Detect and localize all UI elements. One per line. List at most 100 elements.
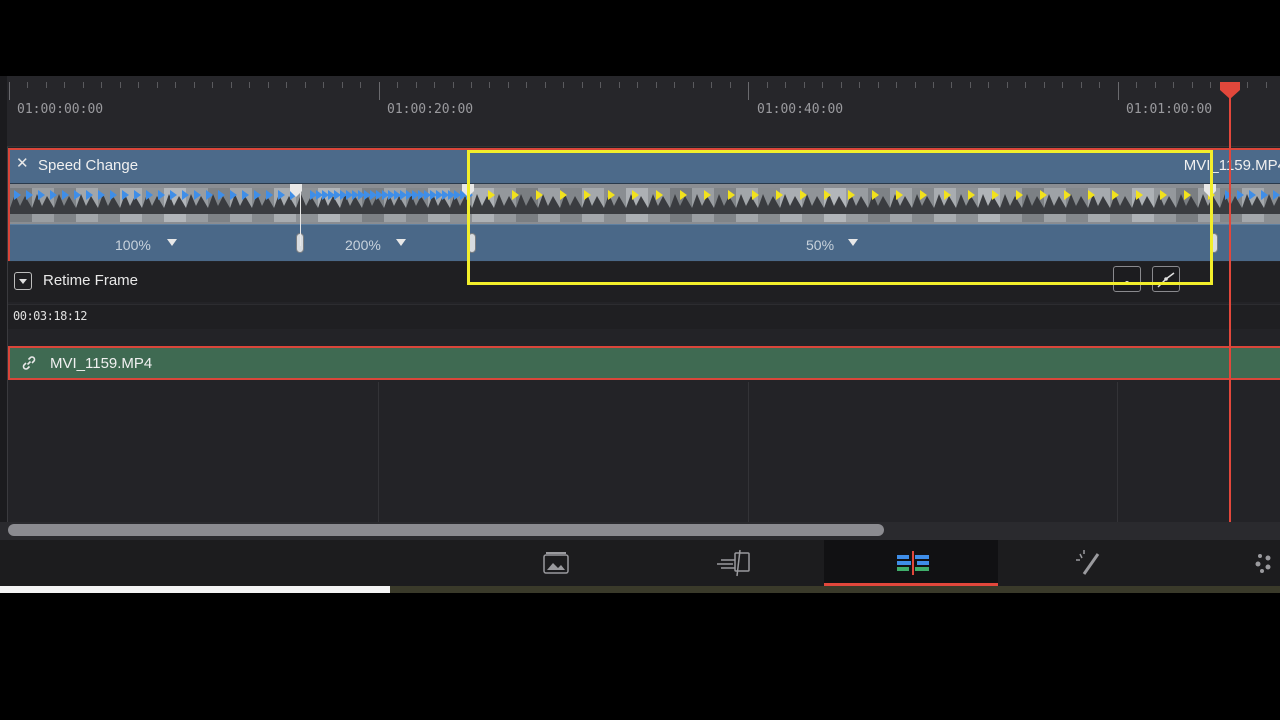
ruler-tick [397, 82, 399, 88]
ruler-tick [692, 82, 694, 88]
ruler-tick [729, 82, 731, 88]
ruler-tick [193, 82, 195, 88]
linked-audio-clip[interactable]: MVI_1159.MP4 [8, 346, 1280, 380]
ruler-tick [1099, 82, 1101, 88]
segment-speed-200[interactable]: 200% [345, 237, 381, 253]
close-icon[interactable]: ✕ [16, 154, 29, 172]
ruler-tick [452, 82, 454, 88]
retime-dropdown-button[interactable] [14, 272, 32, 290]
ruler-tick [378, 82, 380, 100]
timeline-panel[interactable]: 01:00:00:00 01:00:20:00 01:00:40:00 01:0… [0, 76, 1280, 540]
ruler-tick [896, 82, 898, 88]
ruler-tick [877, 82, 879, 88]
page-navigation-bar [0, 540, 1280, 586]
ruler-tick [637, 82, 639, 88]
ruler-tick [822, 82, 824, 88]
timecode-label-1: 01:00:20:00 [387, 102, 474, 117]
ruler-tick [1062, 82, 1064, 88]
ruler-tick [766, 82, 768, 88]
ruler-tick [27, 82, 29, 88]
timecode-label-3: 01:01:00:00 [1126, 102, 1213, 117]
ruler-tick [1117, 82, 1119, 100]
grid-line [748, 382, 749, 522]
grid-line [1117, 382, 1118, 522]
ruler-tick [230, 82, 232, 88]
dots-icon [1255, 554, 1271, 573]
ruler-tick [9, 82, 10, 100]
ruler-tick [156, 82, 158, 88]
ruler-tick [618, 82, 620, 88]
progress-fill [0, 586, 391, 593]
ruler-tick [1025, 82, 1027, 88]
ruler-tick [969, 82, 971, 88]
ruler-tick [1265, 82, 1267, 88]
ruler-tick [655, 82, 657, 88]
ruler-tick [711, 82, 713, 88]
playhead-icon[interactable] [1219, 82, 1241, 100]
horizontal-scrollbar[interactable] [8, 524, 884, 536]
ruler-tick [360, 82, 362, 88]
ruler-tick [101, 82, 103, 88]
magic-wand-icon [1076, 550, 1100, 575]
playhead-line[interactable] [1229, 82, 1231, 522]
chevron-down-icon[interactable] [396, 239, 406, 246]
color-page-button[interactable] [1176, 540, 1280, 586]
ruler-tick [988, 82, 990, 88]
chevron-down-icon[interactable] [167, 239, 177, 246]
ruler-tick [1154, 82, 1156, 88]
link-icon [22, 356, 36, 370]
ruler-tick [489, 82, 491, 88]
ruler-tick [175, 82, 177, 88]
speed-change-title: Speed Change [38, 157, 139, 174]
ruler-tick [323, 82, 325, 88]
ruler-tick [341, 82, 343, 88]
retime-timecode-row: 00:03:18:12 [8, 304, 1280, 329]
ruler-tick [286, 82, 288, 88]
ruler-tick [581, 82, 583, 88]
ruler-tick [544, 82, 546, 88]
grid-line [378, 382, 379, 522]
ruler-tick [563, 82, 565, 88]
ruler-tick [267, 82, 269, 88]
speed-point-line-1 [300, 184, 301, 246]
ruler-tick [951, 82, 953, 88]
retime-frame-label: Retime Frame [43, 272, 139, 289]
ruler-tick [212, 82, 214, 88]
fusion-page-button[interactable] [1000, 540, 1174, 586]
edit-page-button[interactable] [824, 540, 998, 586]
ruler-tick [803, 82, 805, 88]
ruler-tick [600, 82, 602, 88]
ruler-tick [1191, 82, 1193, 88]
ruler-tick [434, 82, 436, 88]
ruler-tick [1173, 82, 1175, 88]
ruler-tick [526, 82, 528, 88]
ruler-tick [1043, 82, 1045, 88]
ruler-tick [1006, 82, 1008, 88]
ruler-tick [748, 82, 750, 100]
ruler-tick [1247, 82, 1249, 88]
ruler-tick [138, 82, 140, 88]
ruler-tick [859, 82, 861, 88]
ruler-tick [840, 82, 842, 88]
ruler-tick [45, 82, 47, 88]
media-page-button[interactable] [469, 540, 643, 586]
selection-highlight [467, 150, 1213, 285]
ruler-tick [933, 82, 934, 88]
ruler-tick [64, 82, 66, 88]
ruler-tick [304, 82, 306, 88]
ruler-tick [507, 82, 509, 88]
ruler-tick [82, 82, 84, 88]
ruler-tick [1210, 82, 1212, 88]
ruler-tick [1080, 82, 1082, 88]
timeline-icon [897, 551, 929, 575]
ruler-tick [471, 82, 472, 88]
ruler-tick [119, 82, 121, 88]
image-icon [543, 552, 569, 574]
timecode-ruler[interactable]: 01:00:00:00 01:00:20:00 01:00:40:00 01:0… [7, 76, 1280, 147]
cut-page-button[interactable] [645, 540, 819, 586]
ruler-tick [914, 82, 916, 88]
segment-speed-100[interactable]: 100% [115, 237, 151, 253]
ruler-tick [249, 82, 251, 88]
ruler-tick [415, 82, 417, 88]
ruler-tick [785, 82, 787, 88]
